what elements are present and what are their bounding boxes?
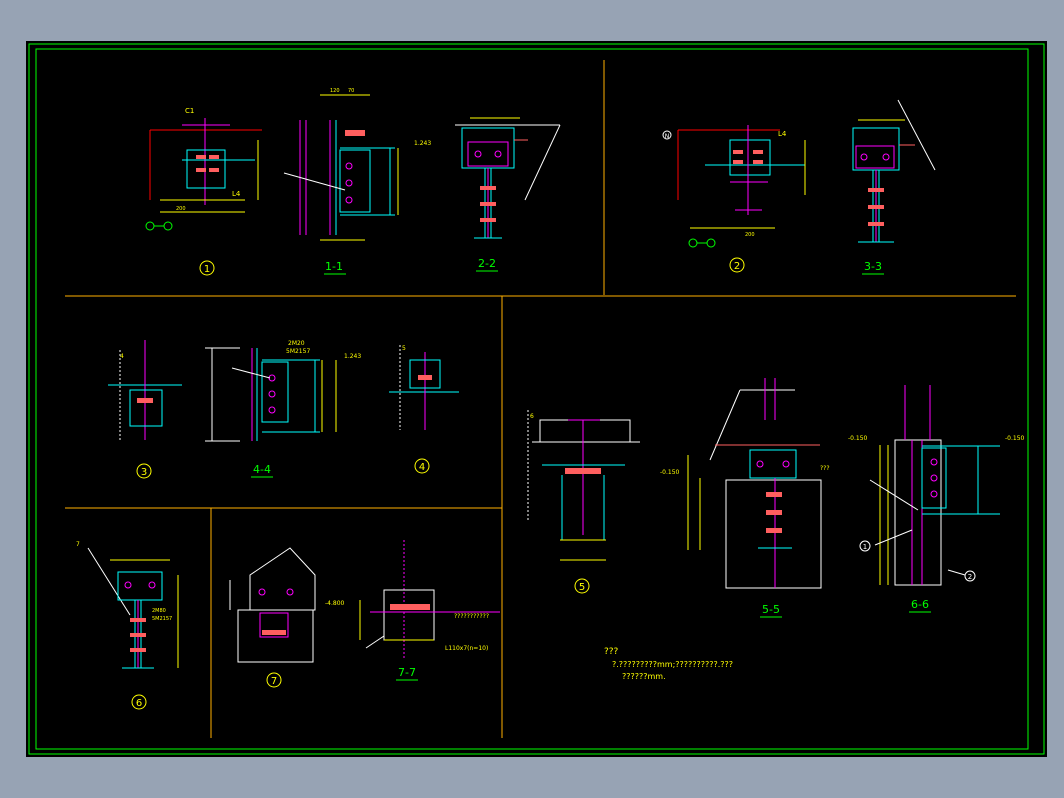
s66-label: 6-6: [911, 598, 929, 611]
s77-note: L110x7(n=10): [445, 645, 488, 652]
s66-elev-left: -0.150: [848, 435, 868, 442]
s66-callout-2: 2: [968, 573, 972, 581]
d6-note2: 5M2157: [152, 616, 172, 622]
d6-tag: 7: [76, 541, 80, 548]
s44-note2: 5M2157: [286, 348, 310, 355]
d1-c1-label: C1: [185, 107, 194, 115]
d6-number: 6: [136, 698, 142, 709]
s22-label: 2-2: [478, 257, 496, 270]
d2-n-label: N: [665, 133, 670, 140]
d5-number: 5: [579, 582, 585, 593]
s44-elev: 1.243: [344, 353, 361, 360]
d2-number: 2: [734, 261, 740, 272]
s11-dim-0: 120: [330, 88, 340, 94]
notes-line-2: ??????mm.: [622, 672, 666, 681]
d3-tag: 4: [120, 353, 124, 360]
s66-elev-right: -0.150: [1005, 435, 1025, 442]
d4-tag: 5: [402, 345, 406, 352]
d6-note1: 2M80: [152, 608, 166, 614]
d3-number: 3: [141, 467, 147, 478]
s77-label: 7-7: [398, 666, 416, 679]
notes-line-1: ?.?????????mm;??????????.???: [612, 660, 733, 669]
d1-l4-label: L4: [232, 190, 241, 198]
s11-dim-1: 70: [348, 88, 354, 94]
s44-note1: 2M20: [288, 340, 305, 347]
d1-number: 1: [204, 264, 210, 275]
s77-top-note: ???????????: [454, 613, 489, 620]
d5-tag: 6: [530, 413, 534, 420]
d7-number: 7: [271, 676, 277, 687]
s55-elev: -0.150: [660, 469, 680, 476]
s11-label: 1-1: [325, 260, 343, 273]
d7-elev: -4.800: [325, 600, 345, 607]
d1-dim: 200: [176, 206, 186, 212]
s55-label: 5-5: [762, 603, 780, 616]
s44-label: 4-4: [253, 463, 271, 476]
d2-l4-label: L4: [778, 130, 787, 138]
d4-number: 4: [419, 462, 425, 473]
s11-elev: 1.243: [414, 140, 431, 147]
cad-drawing: C1 L4 200 1 1.243 120 70 1-1 2-2 N L4 20…: [26, 41, 1047, 757]
notes-heading: ???: [604, 647, 619, 657]
s33-label: 3-3: [864, 260, 882, 273]
s66-callout-1: 1: [863, 543, 867, 551]
s55-note: ???: [820, 465, 830, 472]
d2-dim: 200: [745, 232, 755, 238]
